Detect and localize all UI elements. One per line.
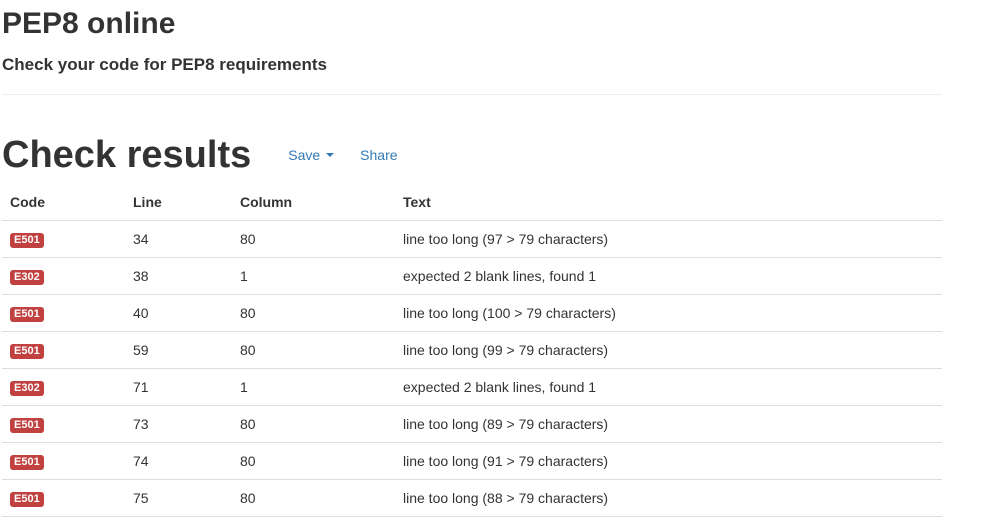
column-cell: 80	[232, 331, 395, 369]
table-row: E501 74 80 line too long (91 > 79 charac…	[2, 442, 942, 480]
line-cell: 74	[125, 442, 232, 480]
line-cell: 34	[125, 220, 232, 258]
results-header: Check results Save Share	[2, 132, 398, 178]
line-cell: 40	[125, 294, 232, 332]
text-cell: line too long (91 > 79 characters)	[395, 442, 942, 480]
line-cell: 73	[125, 405, 232, 443]
results-table-body: E501 34 80 line too long (97 > 79 charac…	[2, 220, 942, 517]
table-row: E501 40 80 line too long (100 > 79 chara…	[2, 294, 942, 332]
column-cell: 80	[232, 220, 395, 258]
table-row: E501 34 80 line too long (97 > 79 charac…	[2, 220, 942, 258]
table-row: E302 38 1 expected 2 blank lines, found …	[2, 257, 942, 295]
column-cell: 1	[232, 368, 395, 406]
table-row: E501 59 80 line too long (99 > 79 charac…	[2, 331, 942, 369]
text-cell: expected 2 blank lines, found 1	[395, 368, 942, 406]
error-code-badge: E501	[10, 344, 44, 359]
error-code-badge: E501	[10, 492, 44, 507]
page: PEP8 online Check your code for PEP8 req…	[0, 0, 1004, 522]
code-cell: E302	[2, 257, 125, 295]
save-dropdown-button[interactable]: Save	[288, 147, 335, 163]
column-header-column: Column	[232, 184, 395, 221]
column-header-code: Code	[2, 184, 125, 221]
code-cell: E501	[2, 479, 125, 517]
code-cell: E501	[2, 442, 125, 480]
column-cell: 80	[232, 442, 395, 480]
text-cell: expected 2 blank lines, found 1	[395, 257, 942, 295]
save-label: Save	[288, 147, 321, 163]
table-header-row: Code Line Column Text	[2, 184, 942, 221]
text-cell: line too long (99 > 79 characters)	[395, 331, 942, 369]
code-cell: E501	[2, 220, 125, 258]
column-header-line: Line	[125, 184, 232, 221]
table-row: E501 73 80 line too long (89 > 79 charac…	[2, 405, 942, 443]
caret-down-icon	[326, 153, 335, 157]
results-table: Code Line Column Text E501 34 80 line to…	[2, 184, 942, 517]
error-code-badge: E302	[10, 381, 44, 396]
share-link[interactable]: Share	[360, 147, 397, 163]
text-cell: line too long (97 > 79 characters)	[395, 220, 942, 258]
table-row: E501 75 80 line too long (88 > 79 charac…	[2, 479, 942, 517]
line-cell: 59	[125, 331, 232, 369]
error-code-badge: E501	[10, 307, 44, 322]
results-table-head: Code Line Column Text	[2, 184, 942, 221]
text-cell: line too long (100 > 79 characters)	[395, 294, 942, 332]
code-cell: E501	[2, 294, 125, 332]
table-row: E302 71 1 expected 2 blank lines, found …	[2, 368, 942, 406]
text-cell: line too long (89 > 79 characters)	[395, 405, 942, 443]
code-cell: E501	[2, 405, 125, 443]
column-cell: 1	[232, 257, 395, 295]
line-cell: 75	[125, 479, 232, 517]
column-cell: 80	[232, 405, 395, 443]
column-cell: 80	[232, 294, 395, 332]
site-subtitle: Check your code for PEP8 requirements	[2, 55, 327, 74]
header-divider	[2, 94, 942, 95]
error-code-badge: E501	[10, 418, 44, 433]
code-cell: E501	[2, 331, 125, 369]
line-cell: 38	[125, 257, 232, 295]
column-cell: 80	[232, 479, 395, 517]
line-cell: 71	[125, 368, 232, 406]
code-cell: E302	[2, 368, 125, 406]
error-code-badge: E501	[10, 455, 44, 470]
site-title: PEP8 online	[2, 7, 176, 40]
column-header-text: Text	[395, 184, 942, 221]
error-code-badge: E302	[10, 270, 44, 285]
error-code-badge: E501	[10, 233, 44, 248]
text-cell: line too long (88 > 79 characters)	[395, 479, 942, 517]
results-title: Check results	[2, 134, 252, 176]
